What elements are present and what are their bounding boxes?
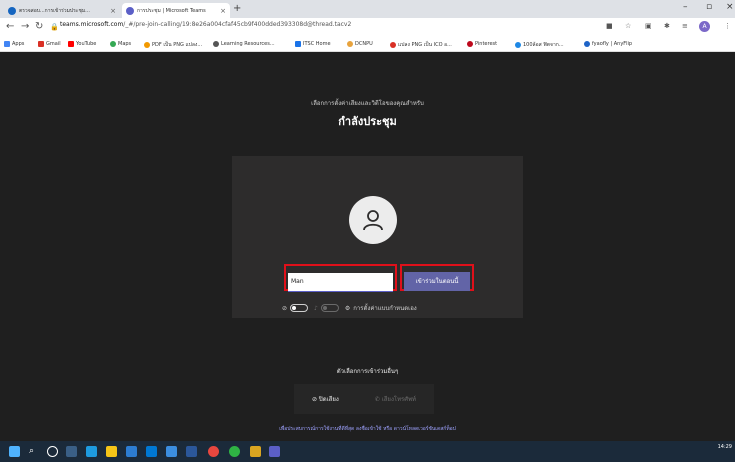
mic-off-icon: ♪ (314, 304, 318, 312)
prejoin-subtitle: เลือกการตั้งค่าเสียงและวิดีโอของคุณสำหรั… (311, 100, 424, 107)
taskbar: ⌕ 14:29 (0, 441, 735, 462)
search-icon[interactable]: ⌕ (29, 446, 40, 457)
bookmark-fit[interactable]: 100ล้อส ฟิตจาก... (515, 41, 564, 49)
signin-footer[interactable]: เพื่อประสบการณ์การใช้งานที่ดีที่สุด ลงชื… (0, 425, 735, 433)
gear-icon: ⚙ (344, 304, 351, 312)
address-bar-row: ← → ↻ 🔒 teams.microsoft.com/_#/pre-join-… (0, 18, 735, 37)
browser-tab-strip: ตรวจสอบ...การเข้าร่วมประชุม... × การประช… (0, 0, 735, 18)
site-icon (144, 42, 150, 48)
bookmark-pinterest[interactable]: Pinterest (467, 41, 497, 47)
site-icon (584, 41, 590, 47)
profile-avatar[interactable]: A (699, 21, 710, 32)
file-explorer-icon[interactable] (106, 446, 117, 457)
gmail-icon (38, 41, 44, 47)
tab-label: การประชุม | Microsoft Teams (137, 7, 206, 14)
join-now-button[interactable]: เข้าร่วมในตอนนี้ (404, 271, 470, 291)
bookmark-itsc[interactable]: ITSC Home (295, 41, 331, 47)
back-icon[interactable]: ← (6, 21, 14, 32)
task-view-icon[interactable] (66, 446, 77, 457)
bookmark-apps[interactable]: Apps (4, 41, 24, 47)
bookmark-anyflip[interactable]: fyaofly | AnyFlip (584, 41, 632, 47)
device-settings-link[interactable]: การตั้งค่าแบบกำหนดเอง (353, 303, 416, 313)
bookmark-maps[interactable]: Maps (110, 41, 131, 47)
cortana-icon[interactable] (47, 446, 58, 457)
camera-off-icon: ⊘ (282, 304, 288, 312)
youtube-icon (68, 41, 74, 47)
url-path: /_#/pre-join-calling/19:8e26a004cfaf45cb… (123, 21, 352, 28)
minimize-icon[interactable]: – (683, 2, 688, 12)
app-icon[interactable] (166, 446, 177, 457)
reload-icon[interactable]: ↻ (35, 21, 43, 32)
pin-app-icon[interactable] (250, 446, 261, 457)
site-icon (390, 42, 396, 48)
camera-toggle[interactable] (290, 304, 309, 312)
bookmark-youtube[interactable]: YouTube (68, 41, 96, 47)
tab-label: ตรวจสอบ...การเข้าร่วมประชุม... (19, 7, 90, 14)
new-tab-icon[interactable]: + (233, 3, 241, 14)
pinterest-icon (467, 41, 473, 47)
site-icon (295, 41, 301, 47)
person-icon (349, 196, 397, 244)
word-icon[interactable] (186, 446, 197, 457)
chrome-icon[interactable] (208, 446, 219, 457)
windows-start-icon[interactable] (9, 446, 20, 457)
close-icon[interactable]: × (110, 7, 116, 15)
page-title: กำลังประชุม (338, 115, 397, 128)
teams-taskbar-icon[interactable] (269, 446, 280, 457)
globe-icon (213, 41, 219, 47)
url-field[interactable]: teams.microsoft.com/_#/pre-join-calling/… (60, 21, 351, 28)
puzzle-icon[interactable]: ✱ (664, 22, 670, 30)
menu-list-icon[interactable]: ≡ (682, 22, 688, 30)
site-icon (515, 42, 521, 48)
device-toggles: ⊘ ♪ ⚙ การตั้งค่าแบบกำหนดเอง (282, 303, 417, 313)
extension-icon[interactable]: ▣ (645, 22, 652, 30)
kebab-menu-icon[interactable]: ⋮ (724, 22, 731, 30)
site-icon (347, 41, 353, 47)
teams-favicon-icon (126, 6, 134, 15)
browser-tab-teams[interactable]: การประชุม | Microsoft Teams × (122, 3, 230, 18)
name-input[interactable] (288, 272, 393, 292)
close-window-icon[interactable]: × (726, 2, 734, 12)
mic-toggle[interactable] (320, 304, 339, 312)
apps-grid-icon (4, 41, 10, 47)
audio-off-button[interactable]: ⊘ ปิดเสียง (312, 394, 339, 404)
line-icon[interactable] (229, 446, 240, 457)
bookmarks-bar: Apps Gmail YouTube Maps PDF เป็น PNG แปล… (0, 37, 735, 52)
camera-icon[interactable]: ■ (606, 22, 613, 30)
other-options-heading: ตัวเลือกการเข้าร่วมอื่นๆ (336, 368, 399, 375)
forward-icon[interactable]: → (21, 21, 29, 32)
edge-icon[interactable] (86, 446, 97, 457)
browser-tab-other[interactable]: ตรวจสอบ...การเข้าร่วมประชุม... × (4, 3, 120, 18)
clock[interactable]: 14:29 (718, 444, 732, 451)
store-icon[interactable] (126, 446, 137, 457)
site-favicon-icon (8, 6, 16, 15)
maps-pin-icon (110, 41, 116, 47)
bookmark-learning[interactable]: Learning Resources... (213, 41, 275, 47)
url-domain: teams.microsoft.com (60, 21, 124, 28)
close-icon[interactable]: × (220, 7, 226, 15)
mail-icon[interactable] (146, 446, 157, 457)
video-preview-card: เข้าร่วมในตอนนี้ ⊘ ♪ ⚙ การตั้งค่าแบบกำหน… (232, 156, 523, 318)
join-button-highlight: เข้าร่วมในตอนนี้ (400, 264, 474, 291)
name-field-highlight (284, 264, 397, 292)
lock-icon: 🔒 (50, 23, 59, 31)
other-options-panel: ⊘ ปิดเสียง ✆ เสียงโทรศัพท์ (294, 384, 434, 414)
bookmark-png-ico[interactable]: แปลง PNG เป็น ICO อ... (390, 41, 452, 49)
phone-audio-button[interactable]: ✆ เสียงโทรศัพท์ (375, 394, 416, 404)
star-icon[interactable]: ☆ (625, 22, 631, 30)
maximize-icon[interactable]: ▫ (706, 2, 712, 12)
teams-prejoin-page: เลือกการตั้งค่าเสียงและวิดีโอของคุณสำหรั… (0, 52, 735, 441)
bookmark-gmail[interactable]: Gmail (38, 41, 61, 47)
bookmark-dcnpu[interactable]: DCNPU (347, 41, 373, 47)
bookmark-pdf-png[interactable]: PDF เป็น PNG แปลง... (144, 41, 202, 49)
